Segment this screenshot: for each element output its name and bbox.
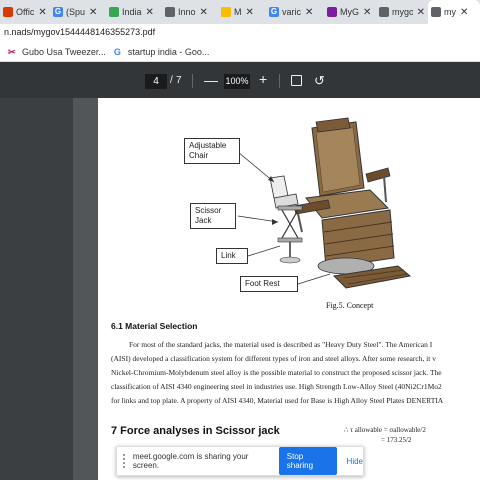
page-number-input[interactable]: 4 — [145, 74, 167, 89]
tab-0[interactable]: Offic ✕ — [0, 0, 50, 24]
tab-label: MyG — [340, 7, 359, 17]
close-icon[interactable]: ✕ — [246, 7, 254, 18]
globe-icon — [431, 7, 441, 17]
bookmarks-bar: ✂ Gubo Usa Tweezer... G startup india - … — [0, 42, 480, 62]
chair-figure — [237, 117, 412, 289]
close-icon[interactable]: ✕ — [363, 7, 371, 18]
paragraph-line: for links and top plate. A property of A… — [111, 396, 444, 405]
zoom-in-button[interactable]: + — [259, 71, 267, 87]
screen-share-bar: meet.google.com is sharing your screen. … — [116, 446, 364, 476]
tab-5[interactable]: Gvaric ✕ — [266, 0, 324, 24]
figure-caption: Fig.5. Concept — [326, 301, 374, 310]
close-icon[interactable]: ✕ — [305, 7, 313, 18]
zoom-out-button[interactable]: — — [204, 72, 218, 88]
paragraph-line: For most of the standard jacks, the mate… — [129, 340, 433, 349]
pdf-toolbar: 4 / 7 — 100% + ↺ — [0, 62, 480, 98]
paragraph-line: (AISI) developed a classification system… — [111, 354, 436, 363]
paragraph-line: Nickel-Chromium-Molybdenum steel alloy i… — [111, 368, 442, 377]
divider — [279, 74, 280, 88]
tab-strip: Offic ✕ G (Spu ✕ India ✕ Inno ✕ M ✕ Gvaric ✕ MyG ✕ mygo… — [0, 0, 480, 24]
tab-label: Inno — [178, 7, 196, 17]
fit-page-icon[interactable] — [291, 75, 302, 86]
bookmark-label: startup india - Goo... — [127, 46, 210, 57]
bookmark-label: Gubo Usa Tweezer... — [22, 46, 106, 57]
tab-label: varic — [282, 7, 302, 17]
site-icon — [165, 7, 175, 17]
pdf-page: Adjustable Chair Scissor Jack Link Foot … — [98, 98, 480, 480]
close-icon[interactable]: ✕ — [200, 7, 208, 18]
site-icon — [109, 7, 119, 17]
tab-label: mygo — [392, 7, 413, 17]
bookmark-startup-india[interactable]: G startup india - Goo... — [114, 47, 210, 57]
divider — [192, 74, 193, 88]
viewer-background — [0, 98, 73, 480]
tab-label: India — [122, 7, 142, 17]
close-icon[interactable]: ✕ — [417, 7, 425, 18]
address-bar[interactable]: n.nads/mygov1544448146355273.pdf — [0, 24, 480, 42]
close-icon[interactable]: ✕ — [38, 7, 46, 18]
section-heading: 7 Force analyses in Scissor jack — [111, 425, 280, 437]
site-icon — [221, 7, 231, 17]
office-icon — [3, 7, 13, 17]
google-icon: G — [269, 7, 279, 17]
section-paragraph: For most of the standard jacks, the mate… — [111, 338, 480, 408]
section-heading: 6.1 Material Selection — [111, 321, 198, 331]
stop-sharing-button[interactable]: Stop sharing — [278, 447, 337, 475]
zoom-input[interactable]: 100% — [224, 74, 250, 89]
google-icon: G — [113, 46, 121, 57]
tab-3[interactable]: Inno ✕ — [162, 0, 218, 24]
site-icon — [327, 7, 337, 17]
tab-6[interactable]: MyG ✕ — [324, 0, 376, 24]
drag-handle-icon[interactable] — [123, 454, 127, 468]
tab-4[interactable]: M ✕ — [218, 0, 266, 24]
bookmark-gubo[interactable]: ✂ Gubo Usa Tweezer... — [8, 47, 106, 57]
formula-line: = 173.25/2 — [381, 436, 412, 444]
formula-line: ∴ τ allowable = σallowable/2 — [344, 426, 426, 434]
close-icon[interactable]: ✕ — [89, 7, 97, 18]
label-foot-rest: Foot Rest — [240, 276, 298, 292]
formula: ∴ τ allowable = σallowable/2 = 173.25/2 — [344, 425, 426, 445]
label-link: Link — [216, 248, 248, 264]
tab-label: my — [444, 7, 456, 17]
label-scissor-jack: Scissor Jack — [190, 203, 236, 229]
address-text: n.nads/mygov1544448146355273.pdf — [4, 27, 156, 37]
tab-label: Offic — [16, 7, 35, 17]
page-separator: / — [170, 75, 173, 86]
close-icon[interactable]: ✕ — [460, 7, 468, 18]
tab-label: M — [234, 7, 242, 17]
tab-2[interactable]: India ✕ — [106, 0, 162, 24]
tab-7[interactable]: mygo ✕ — [376, 0, 428, 24]
hide-button[interactable]: Hide — [347, 457, 363, 466]
tab-label: (Spu — [66, 7, 86, 17]
globe-icon — [379, 7, 389, 17]
close-icon[interactable]: ✕ — [146, 7, 154, 18]
bookmark-icon: ✂ — [8, 46, 16, 57]
google-icon: G — [53, 7, 63, 17]
tab-8[interactable]: my ✕ — [428, 0, 480, 24]
paragraph-line: classification of AISI 4340 engineering … — [111, 382, 442, 391]
rotate-icon[interactable]: ↺ — [314, 73, 325, 89]
tab-1[interactable]: G (Spu ✕ — [50, 0, 106, 24]
page-total: 7 — [176, 75, 182, 86]
share-message: meet.google.com is sharing your screen. — [132, 452, 249, 470]
label-adjustable-chair: Adjustable Chair — [184, 138, 240, 164]
